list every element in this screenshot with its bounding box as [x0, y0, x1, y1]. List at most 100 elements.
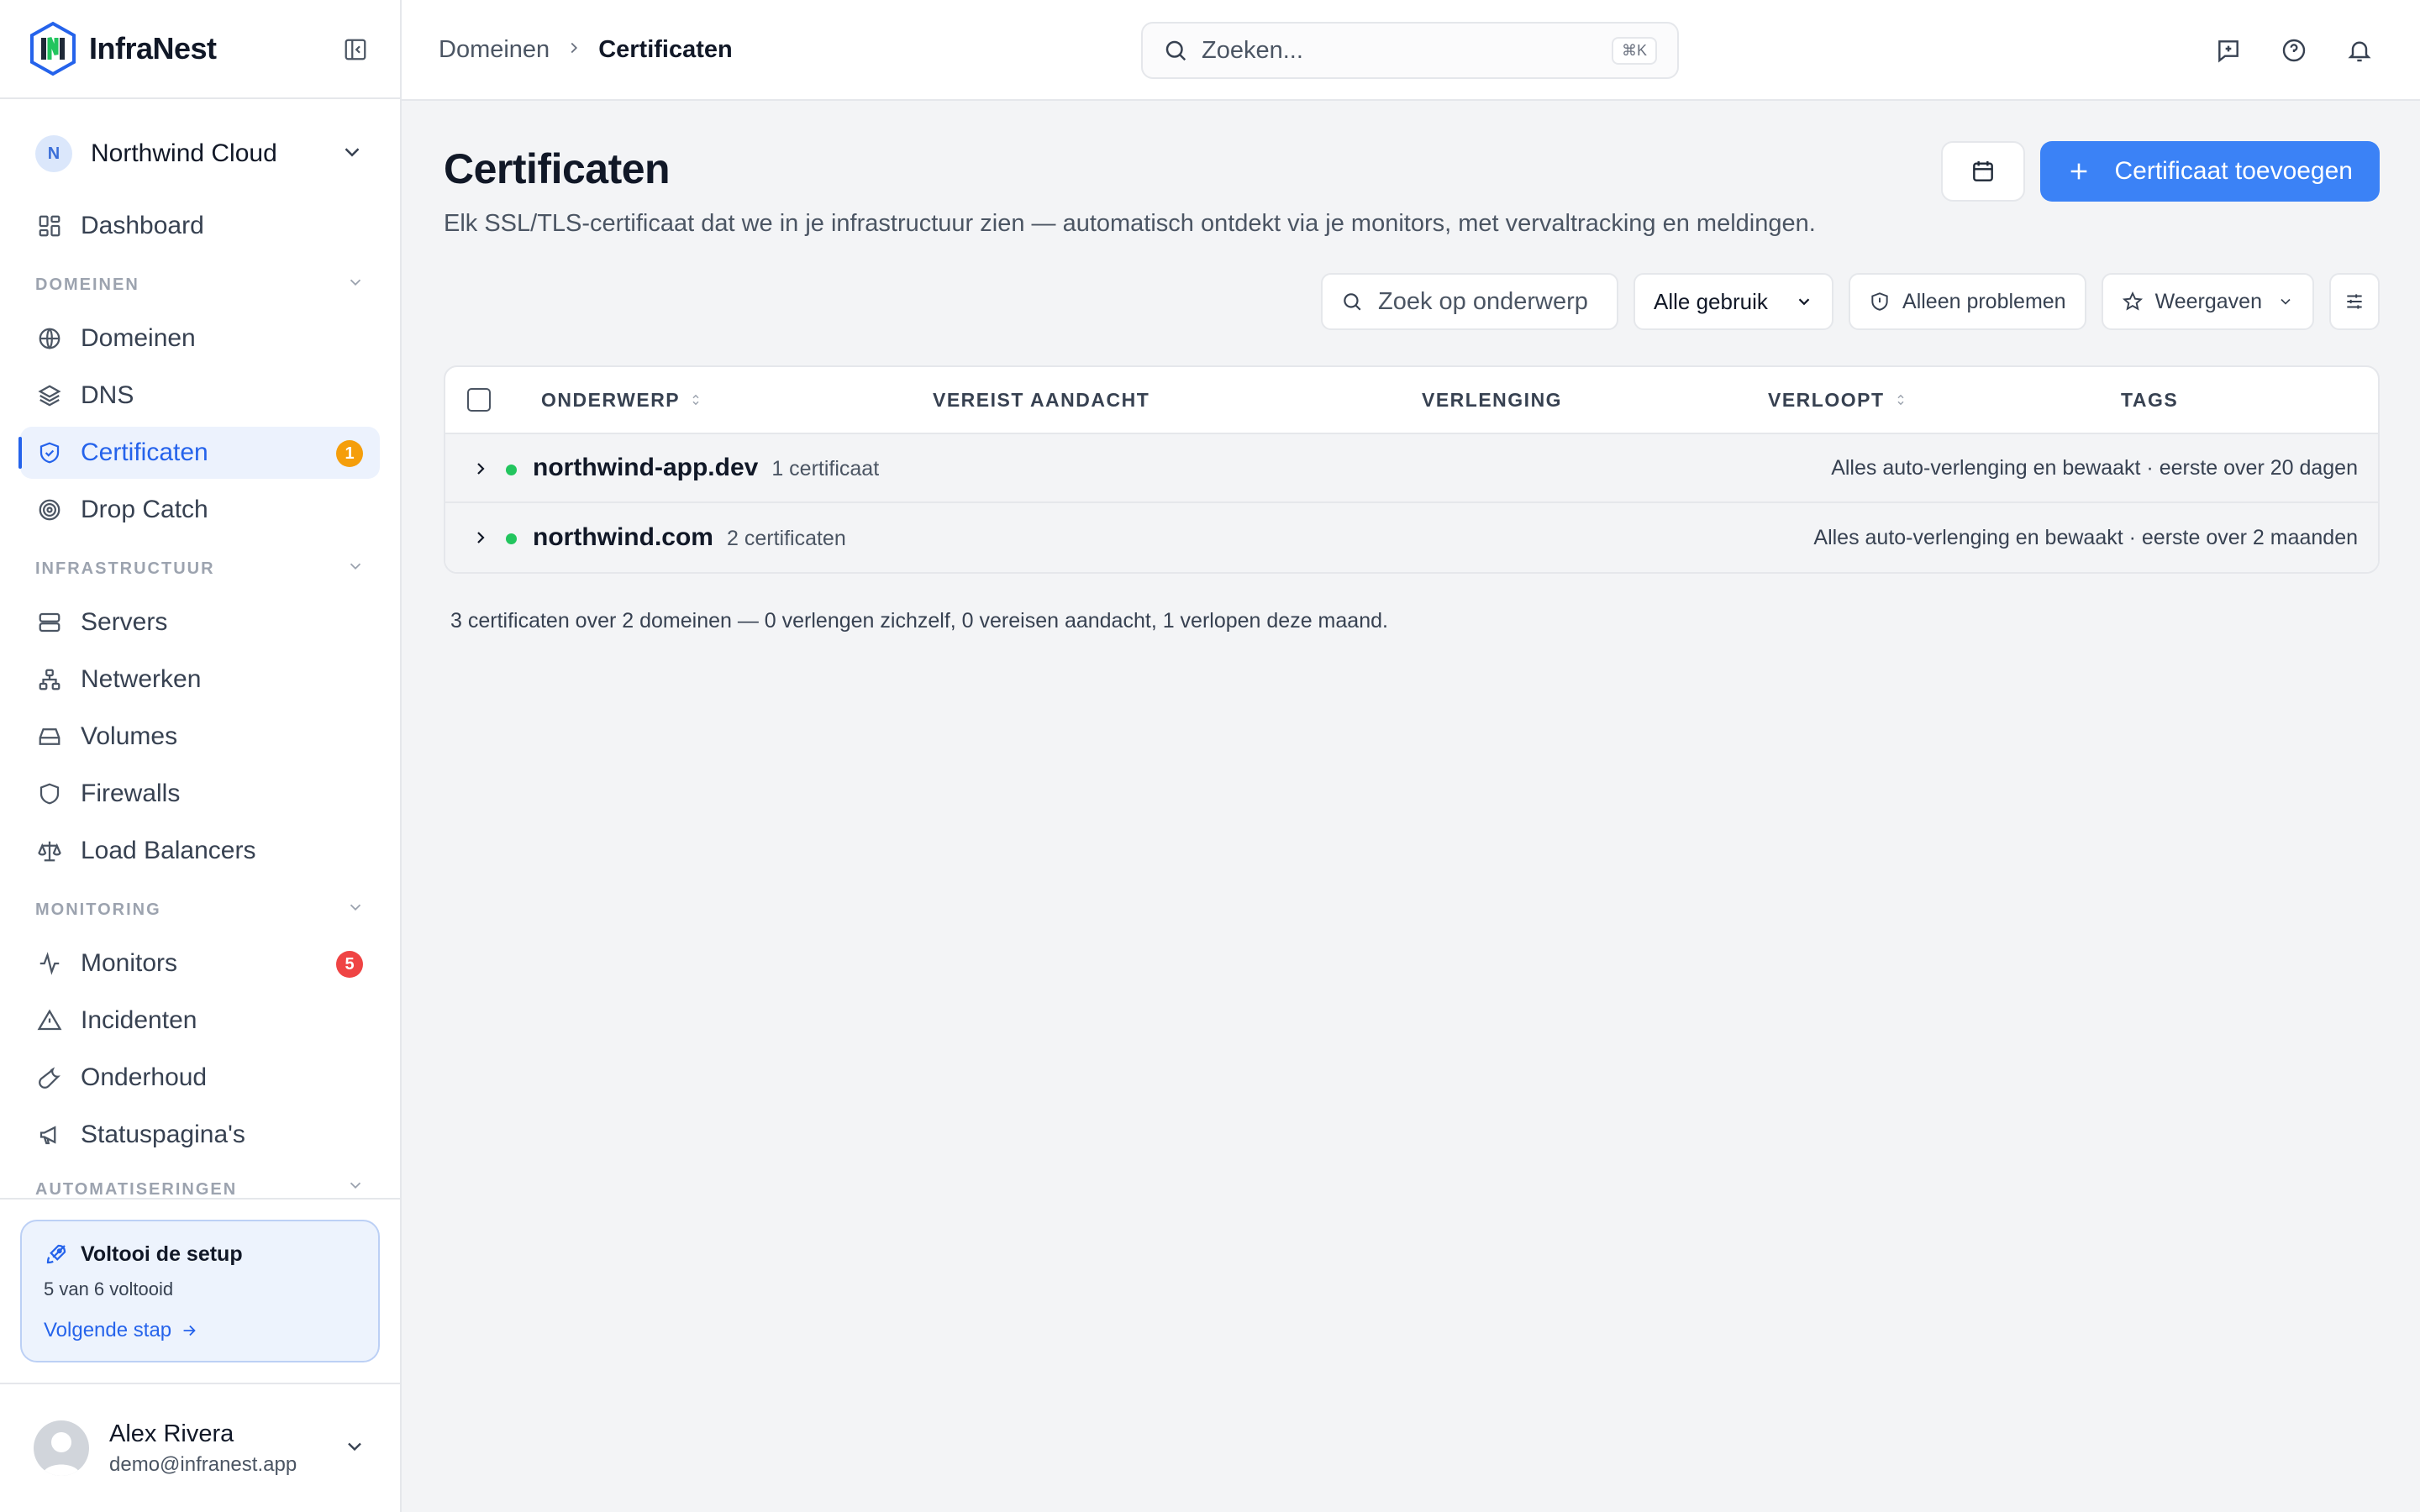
org-avatar: N	[35, 135, 72, 172]
star-icon	[2122, 291, 2143, 311]
column-header-expires[interactable]: VERLOOPT	[1768, 389, 1908, 412]
add-certificate-label: Certificaat toevoegen	[2114, 157, 2353, 185]
domain-label: northwind.com	[533, 523, 713, 551]
sidebar-item-onderhoud[interactable]: Onderhoud	[20, 1052, 380, 1104]
search-placeholder: Zoeken...	[1202, 36, 1303, 64]
column-settings-button[interactable]	[2329, 273, 2380, 330]
table-summary: 3 certificaten over 2 domeinen — 0 verle…	[450, 609, 1388, 633]
page-content: Certificaten Elk SSL/TLS-certificaat dat…	[402, 101, 2420, 633]
chevron-down-icon	[2281, 298, 2291, 305]
domain-label: northwind-app.dev	[533, 454, 759, 481]
sidebar-item-servers[interactable]: Servers	[20, 596, 380, 648]
topbar: Domeinen Certificaten Zoeken... ⌘K	[402, 0, 2420, 101]
sidebar-item-domeinen[interactable]: Domeinen	[20, 312, 380, 365]
chevron-down-icon	[1798, 298, 1810, 306]
layers-icon	[35, 381, 64, 410]
setup-title-row: Voltooi de setup	[44, 1242, 356, 1267]
row-status: Alles auto-verlenging en bewaakt · eerst…	[1831, 455, 2358, 480]
section-domeinen[interactable]: DOMEINEN	[20, 257, 380, 312]
chevron-down-icon	[346, 1176, 365, 1200]
page-description: Elk SSL/TLS-certificaat dat we in je inf…	[444, 210, 1816, 237]
brand: InfraNest	[0, 0, 400, 99]
filter-bar: Zoek op onderwerp Alle gebruik Alleen pr…	[444, 273, 2380, 330]
sidebar-item-statuspaginas[interactable]: Statuspagina's	[20, 1109, 380, 1161]
sidebar-item-label: Domeinen	[81, 324, 196, 352]
breadcrumb: Domeinen Certificaten	[439, 36, 733, 64]
section-infrastructuur[interactable]: INFRASTRUCTUUR	[20, 541, 380, 596]
chevron-down-icon	[343, 1435, 366, 1462]
usage-select-value: Alle gebruik	[1654, 288, 1768, 314]
next-step-label: Volgende stap	[44, 1319, 172, 1341]
chevron-right-icon[interactable]	[471, 459, 491, 483]
warning-badge: 1	[336, 440, 363, 467]
sidebar-item-label: Firewalls	[81, 780, 181, 807]
sidebar: InfraNest N Northwind Cloud Dashboard DO…	[0, 0, 402, 1512]
column-header-subject[interactable]: ONDERWERP	[541, 389, 703, 412]
domain-name: northwind.com 2 certificaten	[533, 523, 846, 552]
server-icon	[35, 608, 64, 637]
status-dot	[506, 465, 517, 475]
warning-triangle-icon	[35, 1006, 64, 1035]
certificate-count: 2 certificaten	[726, 527, 846, 550]
section-label: INFRASTRUCTUUR	[35, 559, 215, 578]
chevron-right-icon[interactable]	[471, 528, 491, 552]
collapse-sidebar-icon[interactable]	[341, 35, 370, 64]
sidebar-item-label: Onderhoud	[81, 1063, 208, 1091]
feedback-icon[interactable]	[2213, 35, 2244, 66]
column-header-attention: VEREIST AANDACHT	[933, 389, 1150, 412]
chevron-down-icon	[339, 139, 365, 169]
column-label: ONDERWERP	[541, 388, 681, 411]
main: Domeinen Certificaten Zoeken... ⌘K Certi…	[402, 0, 2420, 1512]
sidebar-item-load-balancers[interactable]: Load Balancers	[20, 825, 380, 877]
usage-select[interactable]: Alle gebruik	[1634, 273, 1834, 330]
calendar-button[interactable]	[1941, 141, 2026, 202]
section-monitoring[interactable]: MONITORING	[20, 882, 380, 937]
sidebar-item-netwerken[interactable]: Netwerken	[20, 654, 380, 706]
section-automatiseringen[interactable]: AUTOMATISERINGEN	[20, 1166, 380, 1200]
sidebar-item-dns[interactable]: DNS	[20, 370, 380, 422]
shield-icon	[35, 780, 64, 808]
sidebar-item-certificaten[interactable]: Certificaten 1	[18, 427, 380, 479]
plus-icon	[2071, 163, 2087, 180]
sidebar-item-drop-catch[interactable]: Drop Catch	[20, 484, 380, 536]
subject-search-input[interactable]: Zoek op onderwerp	[1321, 273, 1619, 330]
network-icon	[35, 665, 64, 694]
sidebar-item-incidenten[interactable]: Incidenten	[20, 995, 380, 1047]
table-row[interactable]: northwind-app.dev 1 certificaat Alles aut…	[445, 434, 2378, 503]
breadcrumb-parent[interactable]: Domeinen	[439, 36, 550, 64]
column-label: VERLOOPT	[1768, 388, 1885, 411]
calendar-icon	[1973, 161, 1994, 181]
rocket-icon	[46, 1244, 66, 1264]
problems-only-button[interactable]: Alleen problemen	[1849, 273, 2086, 330]
column-header-renewal: VERLENGING	[1422, 389, 1562, 412]
select-all-checkbox[interactable]	[467, 388, 491, 412]
user-name: Alex Rivera	[109, 1420, 234, 1447]
org-switcher[interactable]: N Northwind Cloud	[20, 108, 380, 200]
hard-drive-icon	[35, 722, 64, 751]
section-label: AUTOMATISERINGEN	[35, 1180, 238, 1199]
shield-check-icon	[35, 438, 64, 467]
sidebar-item-label: Incidenten	[81, 1006, 197, 1034]
problems-only-label: Alleen problemen	[1902, 289, 2066, 313]
views-button[interactable]: Weergaven	[2101, 273, 2314, 330]
sidebar-item-volumes[interactable]: Volumes	[20, 711, 380, 763]
search-icon	[1344, 293, 1361, 311]
status-dot	[506, 533, 517, 544]
user-menu[interactable]: Alex Rivera demo@infranest.app	[0, 1383, 400, 1512]
next-step-link[interactable]: Volgende stap	[44, 1319, 356, 1342]
sidebar-item-dashboard[interactable]: Dashboard	[20, 200, 380, 252]
user-email: demo@infranest.app	[109, 1452, 297, 1476]
org-name: Northwind Cloud	[91, 139, 277, 167]
header-actions: Certificaat toevoegen	[1941, 141, 2380, 202]
sidebar-item-label: Load Balancers	[81, 837, 256, 864]
sidebar-item-firewalls[interactable]: Firewalls	[20, 768, 380, 820]
global-search[interactable]: Zoeken... ⌘K	[1141, 22, 1679, 79]
scale-icon	[35, 837, 64, 865]
sidebar-item-label: Monitors	[81, 949, 178, 977]
bell-icon[interactable]	[2344, 35, 2375, 66]
sidebar-item-monitors[interactable]: Monitors 5	[20, 937, 380, 990]
sort-icon	[1897, 394, 1904, 406]
table-row[interactable]: northwind.com 2 certificaten Alles auto-v…	[445, 503, 2378, 572]
help-icon[interactable]	[2279, 35, 2309, 66]
add-certificate-button[interactable]: Certificaat toevoegen	[2040, 141, 2380, 202]
